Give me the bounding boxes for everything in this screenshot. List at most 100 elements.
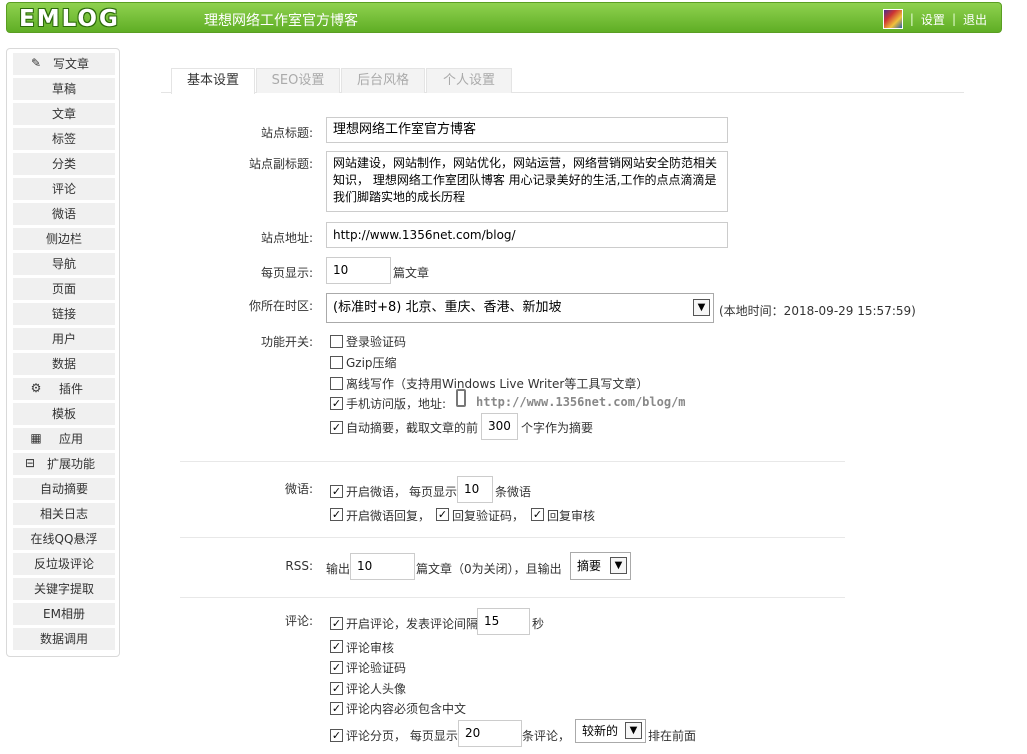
login-captcha-label: 登录验证码: [346, 335, 407, 349]
twitter-reply-checkbox[interactable]: [330, 508, 343, 521]
site-url-input[interactable]: http://www.1356net.com/blog/: [326, 222, 728, 248]
sidebar-item[interactable]: 分类: [13, 153, 115, 175]
sidebar-item-label: 在线QQ悬浮: [30, 532, 98, 546]
sidebar-item-label: 插件: [58, 382, 83, 396]
sidebar-item[interactable]: 模板: [13, 403, 115, 425]
divider: [180, 461, 845, 462]
chevron-down-icon[interactable]: ▼: [693, 299, 710, 316]
sidebar-item[interactable]: ▦ 应用: [13, 428, 115, 450]
sidebar-item-label: 侧边栏: [45, 232, 82, 246]
sidebar-item[interactable]: 草稿: [13, 78, 115, 100]
offline-write-checkbox[interactable]: [330, 377, 343, 390]
tab-admin-style[interactable]: 后台风格: [341, 68, 425, 93]
timezone-select[interactable]: (标准时+8) 北京、重庆、香港、新加坡 ▼: [326, 293, 714, 323]
mobile-checkbox[interactable]: [330, 397, 343, 410]
sidebar-item[interactable]: 反垃圾评论: [13, 553, 115, 575]
sidebar-item-label: 标签: [51, 132, 76, 146]
comment-chinese-checkbox[interactable]: [330, 702, 343, 715]
twitter-reply-audit-checkbox[interactable]: [531, 508, 544, 521]
gzip-checkbox[interactable]: [330, 356, 343, 369]
twitter-enable-checkbox[interactable]: [330, 485, 343, 498]
comment-enable-checkbox[interactable]: [330, 617, 343, 630]
sidebar-item-label: 模板: [51, 407, 76, 421]
tab-personal-settings[interactable]: 个人设置: [426, 68, 512, 93]
sidebar-item[interactable]: 在线QQ悬浮: [13, 528, 115, 550]
header-actions: | 设置 | 退出: [882, 9, 987, 29]
comment-paging-pre: 评论分页， 每页显示: [346, 729, 458, 743]
twitter-reply-captcha-checkbox[interactable]: [436, 508, 449, 521]
emlog-logo[interactable]: EMLOG: [19, 6, 120, 32]
auto-excerpt-post: 个字作为摘要: [521, 421, 594, 435]
sidebar-item[interactable]: 自动摘要: [13, 478, 115, 500]
site-title[interactable]: 理想网络工作室官方博客: [204, 10, 358, 30]
comment-audit-checkbox[interactable]: [330, 640, 343, 653]
sidebar-item[interactable]: 关键字提取: [13, 578, 115, 600]
sidebar: ✎ 写文章草稿文章标签分类评论微语侧边栏导航页面链接用户数据 ⚙ 插件模板 ▦ 应用 ⊟ 扩展…: [6, 48, 120, 657]
comment-interval-unit: 秒: [532, 617, 545, 631]
comment-avatar-checkbox[interactable]: [330, 682, 343, 695]
sidebar-item-label: 用户: [51, 332, 76, 346]
rss-output-select[interactable]: 摘要 ▼: [570, 552, 631, 580]
sidebar-item-label: 应用: [58, 432, 83, 446]
sidebar-item-label: 页面: [51, 282, 76, 296]
chevron-down-icon[interactable]: ▼: [625, 722, 642, 739]
site-title-label: 站点标题:: [260, 126, 313, 140]
sidebar-item[interactable]: 标签: [13, 128, 115, 150]
site-title-input[interactable]: 理想网络工作室官方博客: [326, 117, 728, 143]
sidebar-item[interactable]: ⊟ 扩展功能: [13, 453, 115, 475]
auto-excerpt-input[interactable]: 300: [481, 413, 518, 440]
settings-link[interactable]: 设置: [921, 11, 945, 28]
rss-output-selected: 摘要: [577, 559, 602, 573]
subtitle-textarea[interactable]: 网站建设，网站制作，网站优化，网站运营，网络营销网站安全防范相关知识， 理想网络…: [326, 151, 728, 212]
sidebar-item[interactable]: 微语: [13, 203, 115, 225]
top-header: EMLOG 理想网络工作室官方博客 | 设置 | 退出: [6, 2, 1002, 33]
sidebar-item[interactable]: 数据调用: [13, 628, 115, 650]
rss-count-input[interactable]: 10: [350, 553, 415, 580]
sidebar-item[interactable]: ⚙ 插件: [13, 378, 115, 400]
twitter-per-page-input[interactable]: 10: [457, 476, 493, 503]
sidebar-item-label: 分类: [51, 157, 76, 171]
comment-paging-input[interactable]: 20: [458, 720, 522, 747]
sidebar-item[interactable]: ✎ 写文章: [13, 53, 115, 75]
sidebar-item[interactable]: 文章: [13, 103, 115, 125]
phone-icon: [456, 389, 466, 407]
tab-seo-settings[interactable]: SEO设置: [256, 68, 340, 93]
local-time: (本地时间：2018-09-29 15:57:59): [719, 304, 916, 318]
sidebar-item[interactable]: 用户: [13, 328, 115, 350]
sidebar-item[interactable]: 链接: [13, 303, 115, 325]
comment-order-selected: 较新的: [582, 724, 619, 738]
sidebar-item-label: 相关日志: [39, 507, 88, 521]
comment-label: 评论:: [284, 614, 313, 628]
chevron-down-icon[interactable]: ▼: [610, 557, 627, 574]
comment-order-select[interactable]: 较新的 ▼: [575, 719, 646, 743]
sidebar-item-label: 微语: [51, 207, 76, 221]
avatar[interactable]: [882, 9, 903, 29]
sidebar-item[interactable]: 导航: [13, 253, 115, 275]
sidebar-item-label: 扩展功能: [46, 457, 95, 471]
offline-write-label: 离线写作（支持用Windows Live Writer等工具写文章）: [346, 377, 649, 391]
sidebar-item[interactable]: 侧边栏: [13, 228, 115, 250]
tab-basic-settings[interactable]: 基本设置: [171, 68, 255, 94]
comment-paging-checkbox[interactable]: [330, 729, 343, 742]
comment-captcha-checkbox[interactable]: [330, 661, 343, 674]
divider: [180, 597, 845, 598]
auto-excerpt-checkbox[interactable]: [330, 421, 343, 434]
sidebar-item[interactable]: EM相册: [13, 603, 115, 625]
logout-link[interactable]: 退出: [963, 11, 987, 28]
login-captcha-checkbox[interactable]: [330, 335, 343, 348]
sidebar-item[interactable]: 页面: [13, 278, 115, 300]
per-page-input[interactable]: 10: [326, 257, 391, 284]
app-icon: ▦: [30, 431, 42, 445]
sidebar-item[interactable]: 数据: [13, 353, 115, 375]
timezone-label: 你所在时区:: [248, 299, 313, 313]
sidebar-item-label: 文章: [51, 107, 76, 121]
sidebar-item[interactable]: 评论: [13, 178, 115, 200]
gzip-label: Gzip压缩: [346, 356, 397, 370]
sidebar-item-label: 链接: [51, 307, 76, 321]
sidebar-item[interactable]: 相关日志: [13, 503, 115, 525]
comment-interval-input[interactable]: 15: [477, 608, 530, 635]
settings-tabs: 基本设置 SEO设置 后台风格 个人设置: [161, 68, 964, 94]
sidebar-item-label: 草稿: [51, 82, 76, 96]
site-url-label: 站点地址:: [260, 231, 313, 245]
mobile-url[interactable]: http://www.1356net.com/blog/m: [476, 395, 686, 409]
